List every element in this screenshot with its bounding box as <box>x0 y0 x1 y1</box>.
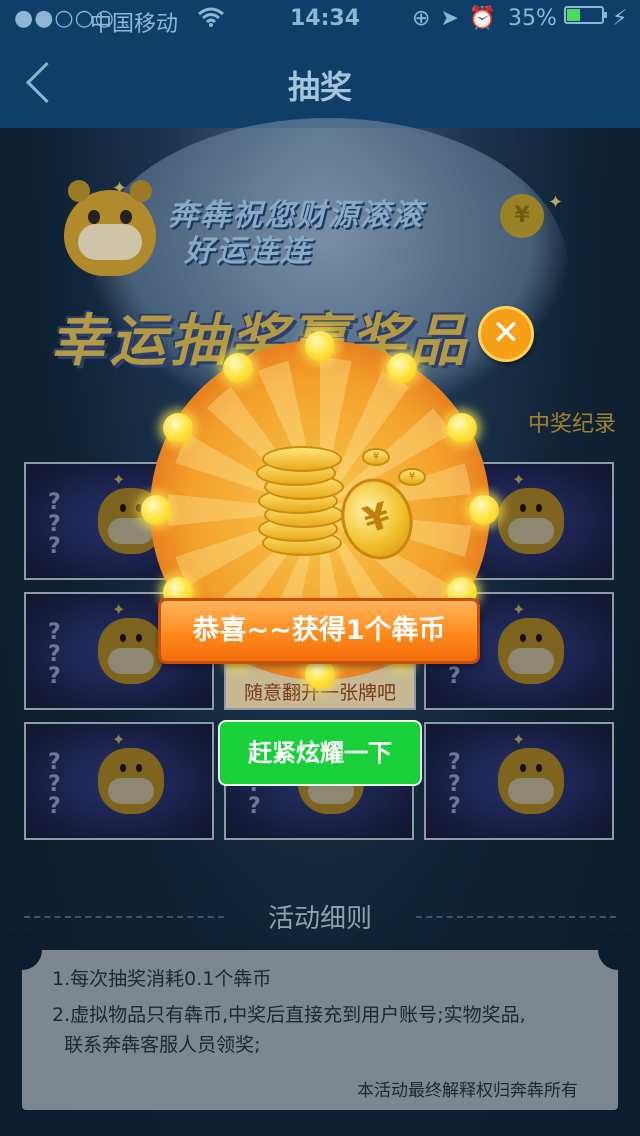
wifi-icon <box>198 6 224 34</box>
winning-record-link[interactable]: 中奖纪录 <box>528 406 616 438</box>
rule-item: 2.虚拟物品只有犇币,中奖后直接充到用户账号;实物奖品, <box>52 1004 526 1026</box>
rules-header: 活动细则 <box>24 896 616 936</box>
close-popup-button[interactable]: ✕ <box>478 306 534 362</box>
prize-card[interactable]: ✦? ? ? <box>24 722 214 840</box>
light-bulb-icon <box>469 495 499 525</box>
clock: 14:34 <box>290 6 361 31</box>
congrats-banner: 恭喜~~获得1个犇币 <box>158 598 480 664</box>
prize-popup: ¥ ¥ ¥ 恭喜~~获得1个犇币 <box>140 330 500 690</box>
light-bulb-icon <box>447 413 478 443</box>
rule-item: 联系奔犇客服人员领奖; <box>52 1034 261 1056</box>
cow-mascot-image <box>64 180 156 276</box>
carrier-name: 中国移动 <box>90 12 179 37</box>
yuan-coin-icon: ¥ <box>398 468 426 486</box>
battery-icon <box>564 6 607 24</box>
charging-icon: ⚡ <box>612 6 628 31</box>
cow-icon <box>498 748 564 814</box>
nav-bar: 抽奖 <box>0 40 640 128</box>
rule-item: 1.每次抽奖消耗0.1个犇币 <box>52 968 272 990</box>
cow-icon <box>498 618 564 684</box>
light-bulb-icon <box>141 495 171 525</box>
light-bulb-icon <box>387 352 417 383</box>
star-icon: ✦ <box>548 192 564 213</box>
light-bulb-icon <box>223 352 253 383</box>
light-bulb-icon <box>305 331 335 361</box>
prize-card[interactable]: ✦? ? ? <box>424 722 614 840</box>
light-bulb-icon <box>162 413 193 443</box>
status-bar: ●●○○○ 中国移动 14:34 ⊕➤⏰ 35% ⚡ <box>0 0 640 40</box>
yuan-coin-icon: ¥ <box>500 194 544 238</box>
battery-percent: 35% <box>508 6 557 31</box>
rules-box: 1.每次抽奖消耗0.1个犇币 2.虚拟物品只有犇币,中奖后直接充到用户账号;实物… <box>2 930 638 1110</box>
page-title: 抽奖 <box>287 68 352 106</box>
rules-footer: 本活动最终解释权归奔犇所有 <box>357 1081 578 1101</box>
cow-icon <box>498 488 564 554</box>
yuan-coin-icon: ¥ <box>362 448 390 466</box>
status-icons: ⊕➤⏰ <box>412 6 507 31</box>
cow-icon <box>98 748 164 814</box>
share-button[interactable]: 赶紧炫耀一下 <box>218 720 422 786</box>
banner-slogan-2: 好运连连 <box>184 234 312 269</box>
